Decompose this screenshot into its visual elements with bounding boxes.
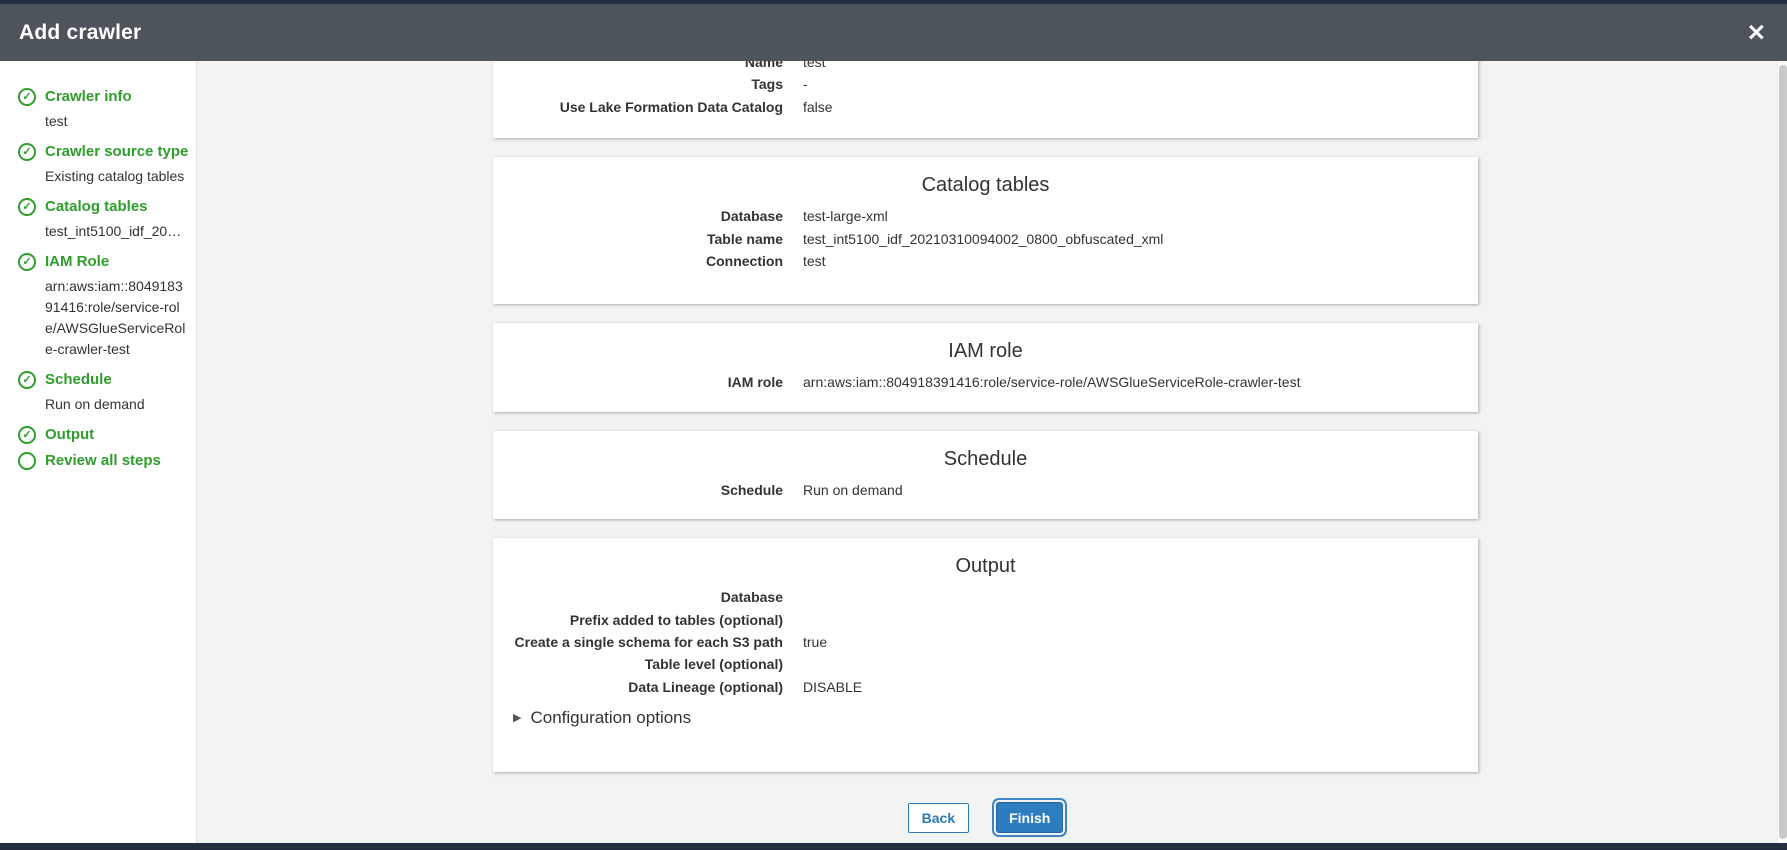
review-card-schedule: Schedule Schedule Run on demand bbox=[493, 431, 1478, 519]
configuration-options-expander[interactable]: ▶ Configuration options bbox=[513, 706, 1458, 730]
review-card-catalog-tables: Catalog tablesDatabasetest-large-xmlTabl… bbox=[493, 157, 1478, 304]
step-complete-check-icon: ✓ bbox=[18, 198, 36, 216]
back-button[interactable]: Back bbox=[908, 803, 969, 833]
review-row: Schedule Run on demand bbox=[513, 479, 1458, 501]
sidebar-step-label: Review all steps bbox=[45, 449, 161, 472]
review-row: Use Lake Formation Data Catalog false bbox=[513, 96, 1458, 118]
review-row-value: true bbox=[803, 631, 827, 653]
review-row-value: false bbox=[803, 96, 833, 118]
review-row: Connection test bbox=[513, 250, 1458, 272]
vertical-scrollbar bbox=[1777, 61, 1787, 843]
sidebar-step-iam-role[interactable]: ✓ IAM Role bbox=[0, 250, 196, 273]
review-row-label: IAM role bbox=[513, 371, 783, 393]
review-row-label: Name bbox=[513, 61, 783, 73]
review-row: Database test-large-xml bbox=[513, 205, 1458, 227]
review-row-value: - bbox=[803, 73, 808, 95]
page-title: Add crawler bbox=[19, 21, 141, 45]
review-row: Data Lineage (optional) DISABLE bbox=[513, 676, 1458, 698]
review-row: Table name test_int5100_idf_2021031009400… bbox=[513, 228, 1458, 250]
review-row-label: Create a single schema for each S3 path bbox=[513, 631, 783, 653]
review-row-label: Tags bbox=[513, 73, 783, 95]
step-current-circle-icon bbox=[18, 452, 36, 470]
sidebar-step-value: Existing catalog tables bbox=[45, 166, 188, 187]
step-complete-check-icon: ✓ bbox=[18, 143, 36, 161]
sidebar-step-label: Catalog tables bbox=[45, 195, 148, 218]
scrollbar-thumb[interactable] bbox=[1779, 65, 1787, 839]
review-card-crawler-info: NametestTags-Use Lake Formation Data Cat… bbox=[493, 61, 1478, 138]
sidebar-step-label: Output bbox=[45, 423, 94, 446]
review-row-label: Database bbox=[513, 205, 783, 227]
steps-sidebar: ✓ Crawler info test ✓ Crawler source type Exi… bbox=[0, 61, 197, 843]
sidebar-step-label: IAM Role bbox=[45, 250, 109, 273]
close-icon[interactable]: ✕ bbox=[1747, 21, 1766, 44]
review-row-label: Database bbox=[513, 586, 783, 608]
review-row: Name test bbox=[513, 61, 1458, 73]
sidebar-step-catalog-tables[interactable]: ✓ Catalog tables bbox=[0, 195, 196, 218]
review-row-value: test-large-xml bbox=[803, 205, 888, 227]
review-row-label: Data Lineage (optional) bbox=[513, 676, 783, 698]
chevron-right-icon: ▶ bbox=[513, 706, 521, 730]
wizard-header: Add crawler ✕ bbox=[0, 4, 1787, 61]
review-content: NametestTags-Use Lake Formation Data Cat… bbox=[198, 61, 1777, 843]
finish-button[interactable]: Finish bbox=[996, 802, 1063, 833]
review-row: Tags- bbox=[513, 73, 1458, 95]
sidebar-step-value: test_int5100_idf_20210310094002_0800_obf… bbox=[45, 221, 188, 242]
sidebar-step-output[interactable]: ✓ Output bbox=[0, 423, 196, 446]
card-title: Catalog tables bbox=[513, 171, 1458, 199]
sidebar-step-label: Schedule bbox=[45, 368, 112, 391]
review-row-label: Prefix added to tables (optional) bbox=[513, 609, 783, 631]
review-row-label: Use Lake Formation Data Catalog bbox=[513, 96, 783, 118]
sidebar-step-schedule[interactable]: ✓ Schedule bbox=[0, 368, 196, 391]
sidebar-step-label: Crawler source type bbox=[45, 140, 188, 163]
card-title: Schedule bbox=[513, 445, 1458, 473]
add-crawler-wizard: Add crawler ✕ ✓ Crawler info test ✓ Crawler … bbox=[0, 0, 1787, 850]
review-row-value: DISABLE bbox=[803, 676, 862, 698]
review-row-value: arn:aws:iam::804918391416:role/service-r… bbox=[803, 371, 1300, 393]
sidebar-step-review-all-steps[interactable]: Review all steps bbox=[0, 449, 196, 472]
configuration-options-label: Configuration options bbox=[530, 706, 691, 730]
review-row: Table level (optional) bbox=[513, 653, 1458, 675]
review-row-label: Table name bbox=[513, 228, 783, 250]
card-title: Output bbox=[513, 552, 1458, 580]
review-row-label: Connection bbox=[513, 250, 783, 272]
review-row: Prefix added to tables (optional) bbox=[513, 609, 1458, 631]
sidebar-step-label: Crawler info bbox=[45, 85, 132, 108]
sidebar-step-value: Run on demand bbox=[45, 394, 188, 415]
review-row-value: test_int5100_idf_20210310094002_0800_obf… bbox=[803, 228, 1163, 250]
review-row-value: test bbox=[803, 61, 826, 73]
console-top-bar bbox=[0, 0, 1787, 4]
step-complete-check-icon: ✓ bbox=[18, 88, 36, 106]
wizard-actions: Back Finish bbox=[493, 802, 1478, 833]
review-row: Database bbox=[513, 586, 1458, 608]
review-row-label: Schedule bbox=[513, 479, 783, 501]
review-row-label: Table level (optional) bbox=[513, 653, 783, 675]
review-card-iam-role: IAM roleIAM rolearn:aws:iam::80491839141… bbox=[493, 323, 1478, 411]
step-complete-check-icon: ✓ bbox=[18, 426, 36, 444]
sidebar-step-crawler-info[interactable]: ✓ Crawler info bbox=[0, 85, 196, 108]
review-row: IAM role arn:aws:iam::804918391416:role/s… bbox=[513, 371, 1458, 393]
console-bottom-bar bbox=[0, 843, 1787, 850]
sidebar-step-crawler-source-type[interactable]: ✓ Crawler source type bbox=[0, 140, 196, 163]
step-complete-check-icon: ✓ bbox=[18, 253, 36, 271]
sidebar-step-value: arn:aws:iam::804918391416:role/service-r… bbox=[45, 276, 188, 360]
review-row-value: Run on demand bbox=[803, 479, 903, 501]
review-row: Create a single schema for each S3 path t… bbox=[513, 631, 1458, 653]
review-row-value: test bbox=[803, 250, 826, 272]
card-title: IAM role bbox=[513, 337, 1458, 365]
sidebar-step-value: test bbox=[45, 111, 188, 132]
step-complete-check-icon: ✓ bbox=[18, 371, 36, 389]
review-card-output: Output DatabasePrefix added to tables (op… bbox=[493, 538, 1478, 772]
